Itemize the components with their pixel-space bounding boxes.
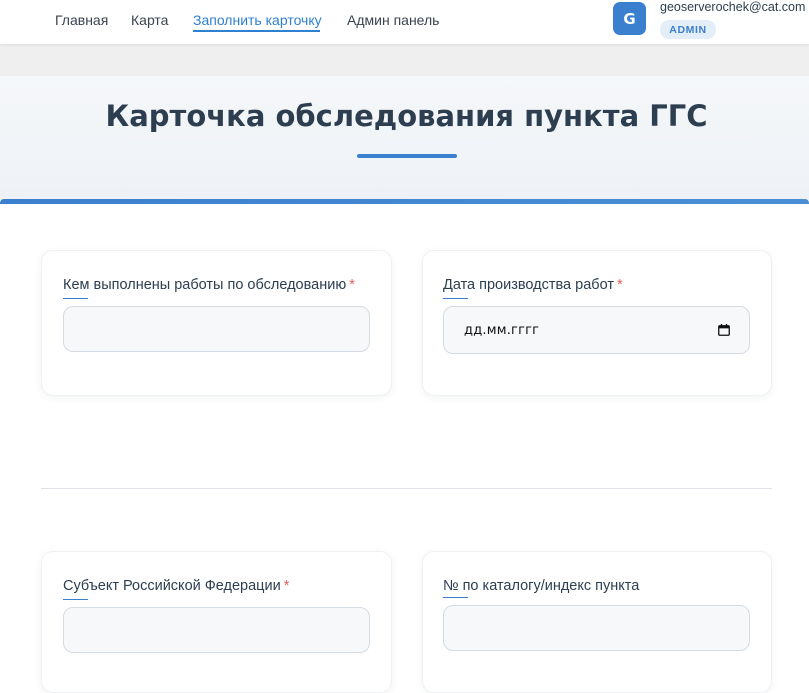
field-label-work-date: Дата производства работ * [443, 277, 623, 293]
nav-link-map[interactable]: Карта [131, 11, 168, 29]
calendar-icon[interactable] [718, 324, 730, 336]
required-mark: * [283, 578, 290, 594]
nav-link-home[interactable]: Главная [55, 11, 108, 29]
page-title: Карточка обследования пункта ГГС [105, 99, 708, 133]
section-divider [41, 488, 772, 489]
label-underline [443, 298, 468, 299]
work-date-input[interactable]: дд.мм.гггг [443, 306, 750, 354]
nav-link-admin-panel[interactable]: Админ панель [347, 11, 439, 29]
date-placeholder: дд.мм.гггг [464, 323, 540, 338]
required-mark: * [349, 277, 355, 293]
performed-by-input[interactable] [63, 306, 370, 352]
label-underline [63, 599, 88, 600]
role-badge: ADMIN [660, 20, 716, 39]
title-accent-bar [357, 154, 457, 158]
top-navbar: Главная Карта Заполнить карточку Админ п… [0, 0, 809, 44]
page-header [0, 76, 809, 200]
label-underline [63, 298, 88, 299]
nav-link-fill-card[interactable]: Заполнить карточку [193, 11, 322, 29]
user-email: geoserverochek@cat.com [660, 0, 806, 14]
field-label-federal-subject: Субъект Российской Федерации * [63, 578, 290, 594]
active-nav-indicator [193, 30, 320, 32]
hero-top-strip [0, 44, 809, 76]
field-label-catalog-index: № по каталогу/индекс пункта [443, 578, 640, 594]
label-underline [443, 597, 468, 598]
field-label-performed-by: Кем выполнены работы по обследованию * [63, 277, 355, 293]
avatar[interactable]: G [613, 2, 646, 35]
federal-subject-input[interactable] [63, 607, 370, 653]
header-bottom-border [0, 199, 809, 204]
required-mark: * [616, 277, 623, 293]
catalog-index-input[interactable] [443, 605, 750, 651]
